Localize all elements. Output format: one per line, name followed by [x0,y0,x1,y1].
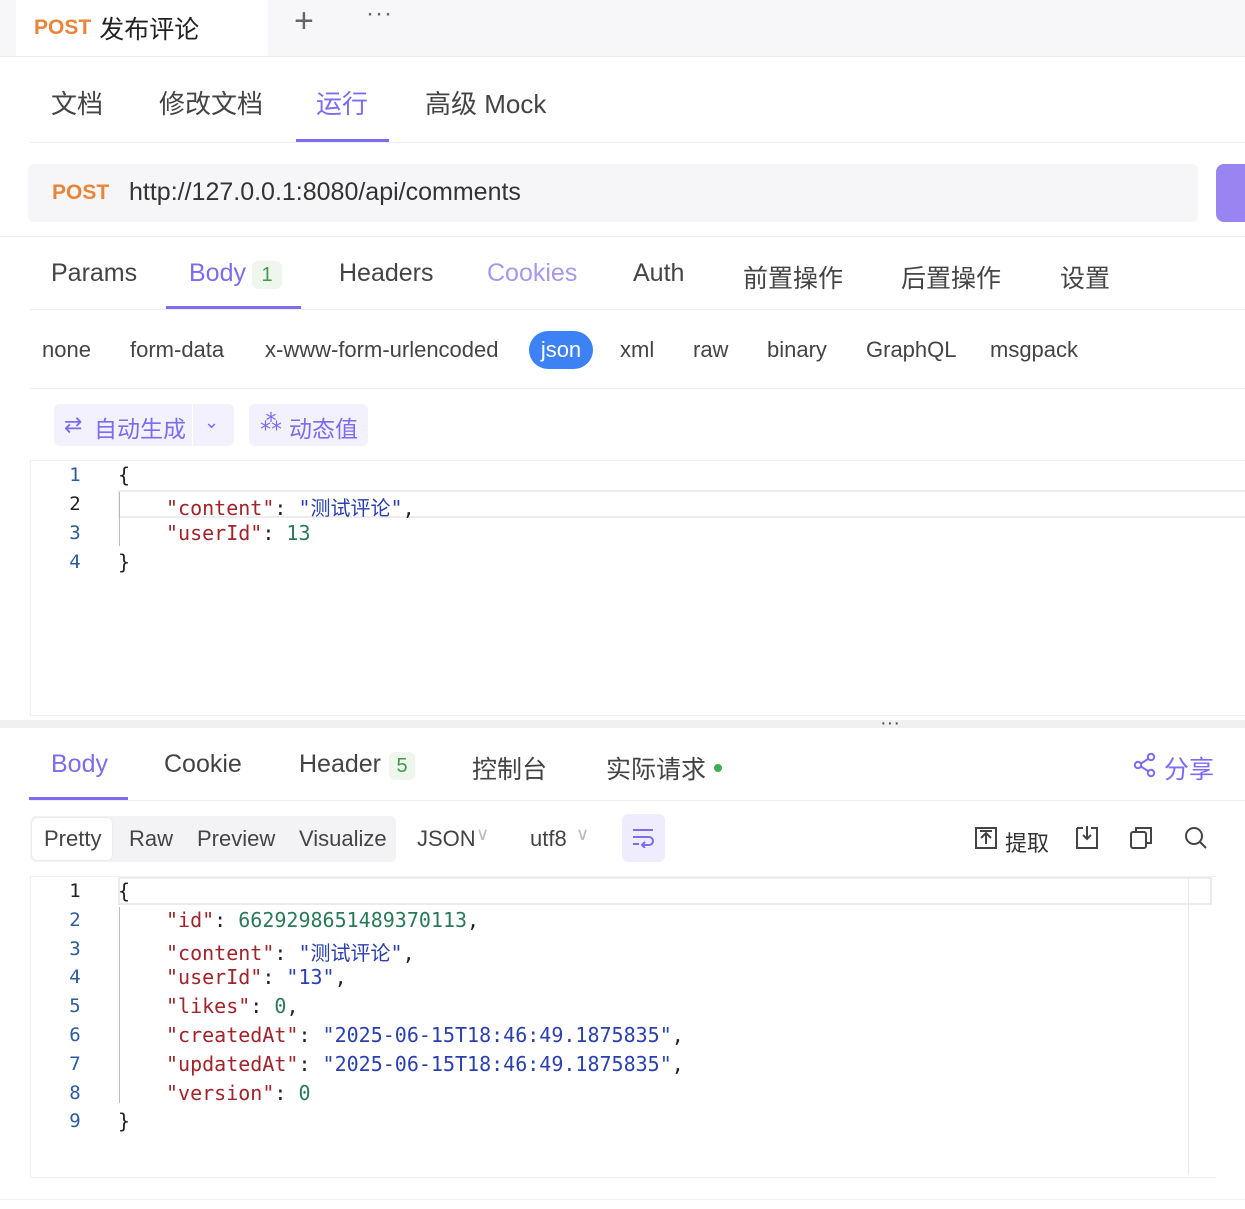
wrap-icon [633,829,654,848]
tab-edit-doc[interactable]: 修改文档 [159,84,263,121]
tab-method: POST [34,16,92,39]
indent-guide [119,907,120,1103]
code-line: "userId": "13", [166,965,347,989]
code-line: "userId": 13 [166,521,311,545]
tab-headers[interactable]: Headers [339,259,434,288]
body-type-raw[interactable]: raw [693,337,728,363]
tab-pre-processors[interactable]: 前置操作 [743,259,843,295]
code-line: { [118,879,131,903]
tab-body[interactable]: Body [189,259,246,288]
encoding-select[interactable]: utf8 [530,826,567,852]
send-button[interactable] [1216,164,1245,222]
body-type-graphql[interactable]: GraphQL [866,337,957,363]
format-select[interactable]: JSON [417,826,476,852]
header-count-badge: 5 [389,752,415,780]
url-input[interactable]: http://127.0.0.1:8080/api/comments [129,178,521,207]
code-line: } [118,1109,131,1133]
tab-run[interactable]: 运行 [316,84,368,121]
code-line: "content": "测试评论", [166,496,415,520]
tab-cookies[interactable]: Cookies [487,259,577,288]
tab-settings[interactable]: 设置 [1060,259,1110,295]
code-line: "likes": 0, [166,994,299,1018]
divider [30,800,1245,801]
chevron-down-icon[interactable]: ∨ [576,824,589,845]
line-number: 7 [69,1053,81,1075]
extract-icon[interactable] [975,826,997,850]
line-number: 6 [69,1024,81,1046]
body-count-badge: 1 [252,261,282,289]
line-number: 4 [69,966,81,988]
response-tab-cookie[interactable]: Cookie [164,750,242,779]
chevron-down-icon[interactable]: ⌄ [204,412,219,433]
code-line: { [118,463,131,487]
body-type-xml[interactable]: xml [620,337,654,363]
tab-auth[interactable]: Auth [633,259,684,288]
code-line: "createdAt": "2025-06-15T18:46:49.187583… [166,1023,684,1047]
view-pretty[interactable]: Pretty [44,826,101,852]
active-line-highlight [118,877,1212,905]
code-line: "version": 0 [166,1081,311,1105]
dynamic-value-label[interactable]: 动态值 [289,410,358,444]
line-number: 3 [69,522,81,544]
line-number: 5 [69,995,81,1017]
body-type-urlencoded[interactable]: x-www-form-urlencoded [265,337,499,363]
line-number: 2 [69,909,81,931]
view-preview[interactable]: Preview [197,826,275,852]
divider [30,142,1245,143]
response-tab-console[interactable]: 控制台 [472,750,547,786]
tab-post-processors[interactable]: 后置操作 [901,259,1001,295]
extract-button[interactable]: 提取 [1005,826,1049,858]
line-number: 2 [69,493,81,515]
tab-doc[interactable]: 文档 [51,84,103,121]
body-type-none[interactable]: none [42,337,91,363]
panel-splitter[interactable] [0,720,1245,728]
body-type-binary[interactable]: binary [767,337,827,363]
drag-handle-icon[interactable]: ··· [880,712,900,735]
share-icon[interactable] [1133,752,1157,778]
divider [30,309,1245,310]
add-tab-icon[interactable]: + [294,2,314,41]
divider [30,388,1245,389]
line-number: 4 [69,551,81,573]
code-line: "content": "测试评论", [166,941,415,965]
divider [192,404,193,446]
response-tab-body[interactable]: Body [51,750,108,779]
chevron-down-icon[interactable]: ∨ [476,824,489,845]
response-tab-actual-request[interactable]: 实际请求 [606,750,706,786]
download-icon[interactable] [1076,826,1098,850]
refresh-icon: ⇄ [64,412,83,437]
scrollbar[interactable] [1188,877,1189,1174]
tab-advanced-mock[interactable]: 高级 Mock [425,84,546,121]
line-number: 8 [69,1082,81,1104]
auto-generate-label[interactable]: 自动生成 [94,410,186,444]
line-number: 3 [69,938,81,960]
code-line: "updatedAt": "2025-06-15T18:46:49.187583… [166,1052,684,1076]
body-type-json[interactable]: json [529,331,593,369]
response-tab-header[interactable]: Header [299,750,381,779]
magic-wand-icon: ⁂ [260,410,282,435]
divider [0,236,1245,237]
tab-params[interactable]: Params [51,259,137,288]
request-tab-active[interactable]: POST 发布评论 [16,0,268,56]
tab-title: 发布评论 [99,16,200,44]
line-number: 1 [69,880,81,902]
share-button[interactable]: 分享 [1164,750,1214,786]
line-number: 9 [69,1110,81,1132]
url-method[interactable]: POST [52,181,109,205]
view-raw[interactable]: Raw [129,826,173,852]
code-line: } [118,550,131,574]
search-icon[interactable] [1184,826,1208,850]
more-tabs-icon[interactable]: ··· [366,0,393,28]
line-number: 1 [69,464,81,486]
code-line: "id": 6629298651489370113, [166,908,480,932]
status-dot [714,764,722,772]
body-type-msgpack[interactable]: msgpack [990,337,1078,363]
copy-icon[interactable] [1130,826,1152,850]
divider [0,1199,1245,1200]
view-visualize[interactable]: Visualize [299,826,387,852]
indent-guide [119,492,120,546]
body-type-form-data[interactable]: form-data [130,337,224,363]
